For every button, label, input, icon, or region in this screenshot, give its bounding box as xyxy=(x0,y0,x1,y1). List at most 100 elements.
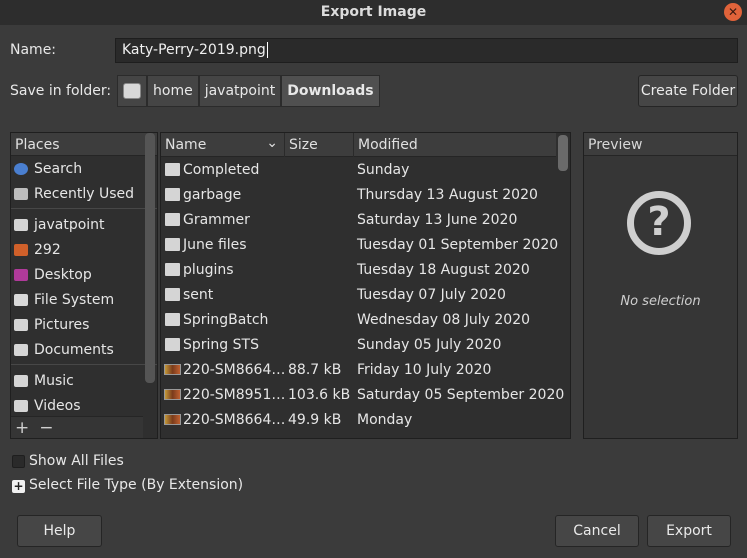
folder-icon xyxy=(14,399,28,412)
place-label: Videos xyxy=(34,397,81,414)
file-row[interactable]: SpringBatch Wednesday 08 July 2020 xyxy=(161,308,556,333)
file-modified-cell: Tuesday 01 September 2020 xyxy=(357,237,559,253)
places-scrollbar[interactable] xyxy=(145,133,155,383)
help-button[interactable]: Help xyxy=(17,515,102,547)
file-modified-cell: Friday 10 July 2020 xyxy=(357,362,492,378)
place-music[interactable]: Music xyxy=(11,368,157,393)
place-label: Recently Used xyxy=(34,185,135,202)
place-label: javatpoint xyxy=(34,216,105,233)
drive-icon xyxy=(123,83,141,99)
create-folder-button[interactable]: Create Folder xyxy=(638,75,738,107)
place-label: 292 xyxy=(34,241,61,258)
breadcrumb-downloads[interactable]: Downloads xyxy=(281,75,380,107)
expand-icon[interactable]: + xyxy=(12,480,25,493)
file-name-cell: garbage xyxy=(183,187,242,203)
folder-icon xyxy=(165,213,180,226)
add-bookmark-button[interactable]: + xyxy=(15,418,29,438)
places-footer: + − xyxy=(11,416,143,438)
file-modified-cell: Saturday 05 September 2020 xyxy=(357,387,565,403)
place-label: Desktop xyxy=(34,266,92,283)
save-in-folder-label: Save in folder: xyxy=(10,83,112,99)
desktop-icon xyxy=(14,268,28,281)
place-videos[interactable]: Videos xyxy=(11,393,157,418)
file-modified-cell: Thursday 13 August 2020 xyxy=(357,187,538,203)
no-selection-text: No selection xyxy=(620,294,701,309)
place-292[interactable]: 292 xyxy=(11,237,157,262)
folder-icon xyxy=(14,318,28,331)
file-row[interactable]: 220-SM8664… 88.7 kB Friday 10 July 2020 xyxy=(161,358,556,383)
folder-icon xyxy=(165,288,180,301)
column-size[interactable]: Size xyxy=(285,133,354,157)
title-bar: Export Image ✕ xyxy=(0,0,747,25)
question-mark-icon: ? xyxy=(627,191,691,255)
file-size-cell: 103.6 kB xyxy=(288,387,351,403)
file-size-cell: 49.9 kB xyxy=(288,412,342,428)
image-file-icon xyxy=(164,364,181,375)
file-name-input[interactable]: Katy-Perry-2019.png xyxy=(115,38,738,63)
home-folder-icon xyxy=(14,218,28,231)
file-name-cell: June files xyxy=(183,237,247,253)
folder-icon xyxy=(165,163,180,176)
column-modified[interactable]: Modified xyxy=(354,133,556,157)
place-file-system[interactable]: File System xyxy=(11,287,157,312)
folder-icon xyxy=(14,374,28,387)
file-name-cell: 220-SM8664… xyxy=(183,362,286,378)
file-row[interactable]: June files Tuesday 01 September 2020 xyxy=(161,233,559,258)
file-name-cell: SpringBatch xyxy=(183,312,269,328)
breadcrumb-javatpoint[interactable]: javatpoint xyxy=(198,75,282,107)
close-button[interactable]: ✕ xyxy=(724,3,742,21)
file-row[interactable]: 220-SM8664… 49.9 kB Monday xyxy=(161,408,556,433)
file-row[interactable]: 220-SM8951… 103.6 kB Saturday 05 September… xyxy=(161,383,564,408)
places-header: Places xyxy=(11,133,157,156)
place-documents[interactable]: Documents xyxy=(11,337,157,362)
file-modified-cell: Wednesday 08 July 2020 xyxy=(357,312,531,328)
text-caret xyxy=(266,42,268,58)
column-name[interactable]: Name ⌄ xyxy=(161,133,285,157)
place-label: File System xyxy=(34,291,115,308)
sort-chevron-icon: ⌄ xyxy=(266,135,278,151)
file-modified-cell: Sunday 05 July 2020 xyxy=(357,337,502,353)
export-button[interactable]: Export xyxy=(647,515,731,547)
places-panel: Places Search Recently Used javatpoint 2… xyxy=(10,132,158,439)
remove-bookmark-button[interactable]: − xyxy=(39,418,53,438)
cancel-button[interactable]: Cancel xyxy=(555,515,639,547)
preview-panel: Preview ? No selection xyxy=(583,132,738,439)
file-row[interactable]: plugins Tuesday 18 August 2020 xyxy=(161,258,556,283)
image-file-icon xyxy=(164,414,181,425)
breadcrumb-home[interactable]: home xyxy=(147,75,199,107)
file-row[interactable]: garbage Thursday 13 August 2020 xyxy=(161,183,556,208)
file-modified-cell: Saturday 13 June 2020 xyxy=(357,212,518,228)
place-javatpoint[interactable]: javatpoint xyxy=(11,212,157,237)
file-row[interactable]: Completed Sunday xyxy=(161,158,556,183)
place-desktop[interactable]: Desktop xyxy=(11,262,157,287)
breadcrumb: home javatpoint Downloads xyxy=(117,75,380,107)
file-list-scrollbar[interactable] xyxy=(558,135,568,171)
show-all-files-label[interactable]: Show All Files xyxy=(29,453,124,469)
show-all-files-checkbox[interactable] xyxy=(12,455,25,468)
file-name-cell: Completed xyxy=(183,162,260,178)
folder-icon xyxy=(14,343,28,356)
file-row[interactable]: Spring STS Sunday 05 July 2020 xyxy=(161,333,556,358)
folder-icon xyxy=(165,338,180,351)
file-modified-cell: Monday xyxy=(357,412,413,428)
folder-icon xyxy=(165,263,180,276)
window-title: Export Image xyxy=(320,4,427,20)
folder-icon xyxy=(165,238,180,251)
breadcrumb-root[interactable] xyxy=(117,75,147,107)
file-modified-cell: Tuesday 07 July 2020 xyxy=(357,287,506,303)
image-file-icon xyxy=(164,389,181,400)
place-pictures[interactable]: Pictures xyxy=(11,312,157,337)
name-label: Name: xyxy=(10,42,57,58)
file-modified-cell: Tuesday 18 August 2020 xyxy=(357,262,530,278)
clock-icon xyxy=(14,187,28,200)
place-search[interactable]: Search xyxy=(11,156,157,181)
file-modified-cell: Sunday xyxy=(357,162,410,178)
preview-header: Preview xyxy=(584,133,737,156)
file-name-cell: 220-SM8664… xyxy=(183,412,286,428)
place-label: Documents xyxy=(34,341,114,358)
file-row[interactable]: sent Tuesday 07 July 2020 xyxy=(161,283,556,308)
place-recently-used[interactable]: Recently Used xyxy=(11,181,157,206)
folder-icon xyxy=(165,188,180,201)
file-row[interactable]: Grammer Saturday 13 June 2020 xyxy=(161,208,556,233)
select-file-type-expander[interactable]: Select File Type (By Extension) xyxy=(29,477,243,493)
